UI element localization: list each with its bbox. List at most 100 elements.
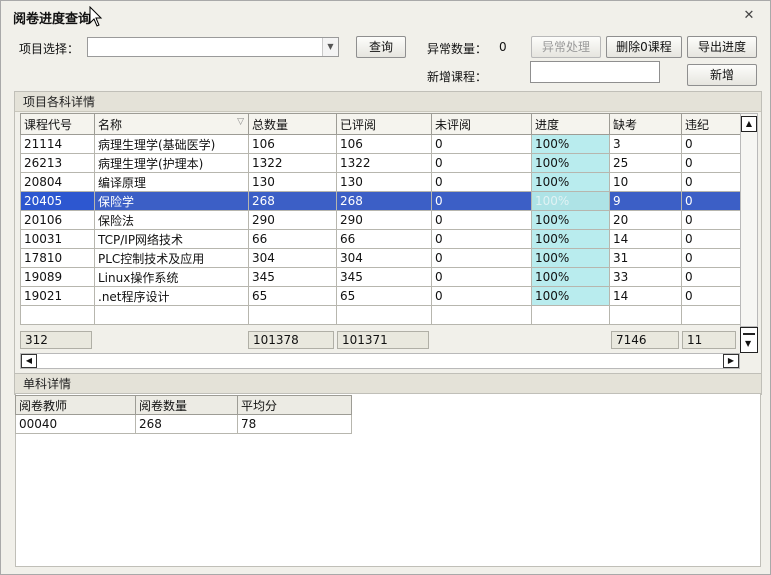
column-header-name-label: 名称 xyxy=(98,117,123,132)
column-header-reviewed[interactable]: 已评阅 xyxy=(336,113,432,135)
summary-total: 101378 xyxy=(248,331,334,349)
cell-absent: 10 xyxy=(609,172,682,192)
teacher-table-header: 阅卷教师 阅卷数量 平均分 xyxy=(15,395,352,415)
cell-code: 21114 xyxy=(20,134,95,154)
cell-name: TCP/IP网络技术 xyxy=(94,229,249,249)
table-row[interactable]: 17810 PLC控制技术及应用 304 304 0 100% 31 0 xyxy=(20,248,741,268)
cell-reviewed: 130 xyxy=(336,172,432,192)
cell-total: 290 xyxy=(248,210,337,230)
cell-absent: 20 xyxy=(609,210,682,230)
cell-violation: 0 xyxy=(681,210,741,230)
cell-unreviewed: 0 xyxy=(431,248,532,268)
cell-unreviewed: 0 xyxy=(431,153,532,173)
query-button[interactable]: 查询 xyxy=(356,36,406,58)
mouse-cursor-icon xyxy=(89,6,103,27)
cell-name: .net程序设计 xyxy=(94,286,249,306)
column-header-violation[interactable]: 违纪 xyxy=(681,113,741,135)
add-button[interactable]: 新增 xyxy=(687,64,757,86)
scroll-left-icon[interactable]: ◀ xyxy=(21,354,37,368)
summary-violation: 11 xyxy=(682,331,736,349)
cell-progress: 100% xyxy=(531,229,610,249)
teacher-table: 阅卷教师 阅卷数量 平均分 00040 268 78 xyxy=(15,395,352,434)
cell-unreviewed: 0 xyxy=(431,134,532,154)
empty-cell xyxy=(609,305,682,325)
scroll-to-end-button[interactable]: ▼ xyxy=(740,327,758,353)
close-icon[interactable]: ✕ xyxy=(742,9,756,23)
cell-progress: 100% xyxy=(531,172,610,192)
delete-zero-course-button[interactable]: 删除0课程 xyxy=(606,36,682,58)
column-header-absent[interactable]: 缺考 xyxy=(609,113,682,135)
cell-progress: 100% xyxy=(531,286,610,306)
single-subject-panel: 单科详情 xyxy=(14,373,762,395)
cell-progress: 100% xyxy=(531,134,610,154)
abnormal-count-value: 0 xyxy=(499,40,507,54)
scroll-right-icon[interactable]: ▶ xyxy=(723,354,739,368)
filter-icon[interactable]: ▽ xyxy=(237,117,244,127)
subject-table-header: 课程代号 名称 ▽ 总数量 已评阅 未评阅 进度 缺考 违纪 xyxy=(20,113,741,135)
cell-violation: 0 xyxy=(681,267,741,287)
table-row[interactable]: 26213 病理生理学(护理本) 1322 1322 0 100% 25 0 xyxy=(20,153,741,173)
single-subject-title: 单科详情 xyxy=(15,374,761,394)
column-header-code[interactable]: 课程代号 xyxy=(20,113,95,135)
table-row[interactable]: 10031 TCP/IP网络技术 66 66 0 100% 14 0 xyxy=(20,229,741,249)
column-header-unreviewed[interactable]: 未评阅 xyxy=(431,113,532,135)
export-progress-button[interactable]: 导出进度 xyxy=(687,36,757,58)
cell-unreviewed: 0 xyxy=(431,210,532,230)
cell-name: Linux操作系统 xyxy=(94,267,249,287)
summary-count: 312 xyxy=(20,331,92,349)
cell-total: 1322 xyxy=(248,153,337,173)
table-row[interactable]: 20106 保险法 290 290 0 100% 20 0 xyxy=(20,210,741,230)
column-header-name[interactable]: 名称 ▽ xyxy=(94,113,249,135)
new-course-input[interactable] xyxy=(530,61,660,83)
column-header-teacher[interactable]: 阅卷教师 xyxy=(15,395,136,415)
cell-count: 268 xyxy=(135,414,238,434)
cell-progress: 100% xyxy=(531,248,610,268)
vertical-scrollbar[interactable]: ▲ xyxy=(740,113,758,327)
table-row[interactable]: 20405 保险学 268 268 0 100% 9 0 xyxy=(20,191,741,211)
column-header-progress[interactable]: 进度 xyxy=(531,113,610,135)
horizontal-scrollbar[interactable]: ◀ ▶ xyxy=(20,353,740,369)
cell-violation: 0 xyxy=(681,286,741,306)
cell-total: 65 xyxy=(248,286,337,306)
column-header-total[interactable]: 总数量 xyxy=(248,113,337,135)
cell-violation: 0 xyxy=(681,153,741,173)
scroll-up-icon[interactable]: ▲ xyxy=(741,116,757,132)
cell-reviewed: 304 xyxy=(336,248,432,268)
cell-progress: 100% xyxy=(531,210,610,230)
column-header-average[interactable]: 平均分 xyxy=(237,395,352,415)
cell-violation: 0 xyxy=(681,191,741,211)
cell-name: 保险法 xyxy=(94,210,249,230)
table-row[interactable]: 20804 编译原理 130 130 0 100% 10 0 xyxy=(20,172,741,192)
cell-code: 19089 xyxy=(20,267,95,287)
cell-reviewed: 65 xyxy=(336,286,432,306)
empty-cell xyxy=(94,305,249,325)
title-bar[interactable]: 阅卷进度查询 ✕ xyxy=(1,1,770,31)
table-row[interactable]: 21114 病理生理学(基础医学) 106 106 0 100% 3 0 xyxy=(20,134,741,154)
cell-teacher: 00040 xyxy=(15,414,136,434)
cell-code: 26213 xyxy=(20,153,95,173)
cell-total: 304 xyxy=(248,248,337,268)
cell-code: 20804 xyxy=(20,172,95,192)
cell-name: 编译原理 xyxy=(94,172,249,192)
cell-absent: 25 xyxy=(609,153,682,173)
table-row[interactable]: 00040 268 78 xyxy=(15,414,352,434)
cell-unreviewed: 0 xyxy=(431,229,532,249)
empty-row xyxy=(20,305,741,325)
cell-violation: 0 xyxy=(681,248,741,268)
table-row[interactable]: 19021 .net程序设计 65 65 0 100% 14 0 xyxy=(20,286,741,306)
table-row[interactable]: 19089 Linux操作系统 345 345 0 100% 33 0 xyxy=(20,267,741,287)
chevron-down-icon[interactable]: ▼ xyxy=(322,38,338,56)
project-select[interactable]: ▼ xyxy=(87,37,339,57)
cell-absent: 9 xyxy=(609,191,682,211)
empty-cell xyxy=(681,305,741,325)
cell-reviewed: 106 xyxy=(336,134,432,154)
empty-cell xyxy=(20,305,95,325)
cell-reviewed: 290 xyxy=(336,210,432,230)
abnormal-handle-button[interactable]: 异常处理 xyxy=(531,36,601,58)
cell-code: 17810 xyxy=(20,248,95,268)
project-select-label: 项目选择： xyxy=(19,42,80,56)
cell-absent: 14 xyxy=(609,229,682,249)
cell-reviewed: 268 xyxy=(336,191,432,211)
cell-name: 病理生理学(基础医学) xyxy=(94,134,249,154)
column-header-review-count[interactable]: 阅卷数量 xyxy=(135,395,238,415)
